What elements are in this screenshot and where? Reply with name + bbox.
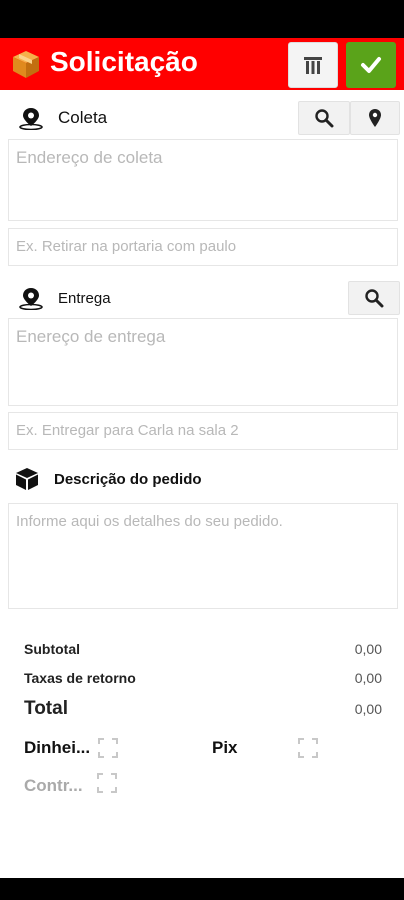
delivery-address-input[interactable]: Enereço de entrega [8,318,398,406]
delete-button[interactable] [288,42,338,88]
return-fee-value: 0,00 [354,670,382,686]
delivery-address-placeholder: Enereço de entrega [16,327,166,346]
location-pin-icon [19,108,43,130]
total-value: 0,00 [354,701,382,717]
payment-contract-label: Contr... [24,776,83,795]
pickup-map-button[interactable] [350,101,400,135]
order-section-label: Descrição do pedido [14,466,202,492]
order-label: Descrição do pedido [54,470,202,488]
total-row: Total 0,00 [24,698,382,720]
trash-icon [304,57,322,74]
delivery-note-input[interactable]: Ex. Entregar para Carla na sala 2 [8,412,398,450]
subtotal-value: 0,00 [354,641,382,657]
delivery-note-placeholder: Ex. Entregar para Carla na sala 2 [16,422,239,439]
payment-cash-checkbox[interactable] [98,738,119,758]
payment-contract-checkbox[interactable] [96,773,117,793]
subtotal-row: Subtotal 0,00 [24,641,382,657]
delivery-search-button[interactable] [348,281,400,315]
total-label: Total [24,698,68,719]
payment-pix-checkbox[interactable] [297,738,318,758]
search-icon [365,289,384,308]
pickup-note-input[interactable]: Ex. Retirar na portaria com paulo [8,228,398,266]
order-description-placeholder: Informe aqui os detalhes do seu pedido. [16,513,283,530]
status-bar [0,0,404,38]
payment-option-cash[interactable]: Dinhei... [24,738,119,758]
payment-option-pix[interactable]: Pix [212,738,318,758]
package-box-icon [13,51,39,78]
payment-option-contract[interactable]: Contr... [24,773,117,796]
delivery-section-label: Entrega [18,286,111,310]
pickup-label: Coleta [58,108,108,127]
subtotal-label: Subtotal [24,641,80,657]
return-fee-label: Taxas de retorno [24,670,136,686]
pickup-section-label: Coleta [18,106,107,130]
order-description-input[interactable]: Informe aqui os detalhes do seu pedido. [8,503,398,609]
pickup-address-input[interactable]: Endereço de coleta [8,139,398,221]
confirm-button[interactable] [346,42,396,88]
search-icon [315,109,334,128]
page-title: Solicitação [50,46,198,77]
map-pin-icon [369,109,381,127]
payment-cash-label: Dinhei... [24,738,91,757]
pickup-address-placeholder: Endereço de coleta [16,148,163,167]
cube-icon [16,468,38,490]
checkmark-icon [361,57,381,73]
location-pin-icon [19,288,43,310]
pickup-note-placeholder: Ex. Retirar na portaria com paulo [16,238,237,255]
return-fee-row: Taxas de retorno 0,00 [24,670,382,686]
delivery-label: Entrega [58,289,111,307]
app-header: Solicitação [0,38,404,90]
pickup-search-button[interactable] [298,101,350,135]
payment-pix-label: Pix [212,738,238,757]
navigation-bar [0,878,404,900]
